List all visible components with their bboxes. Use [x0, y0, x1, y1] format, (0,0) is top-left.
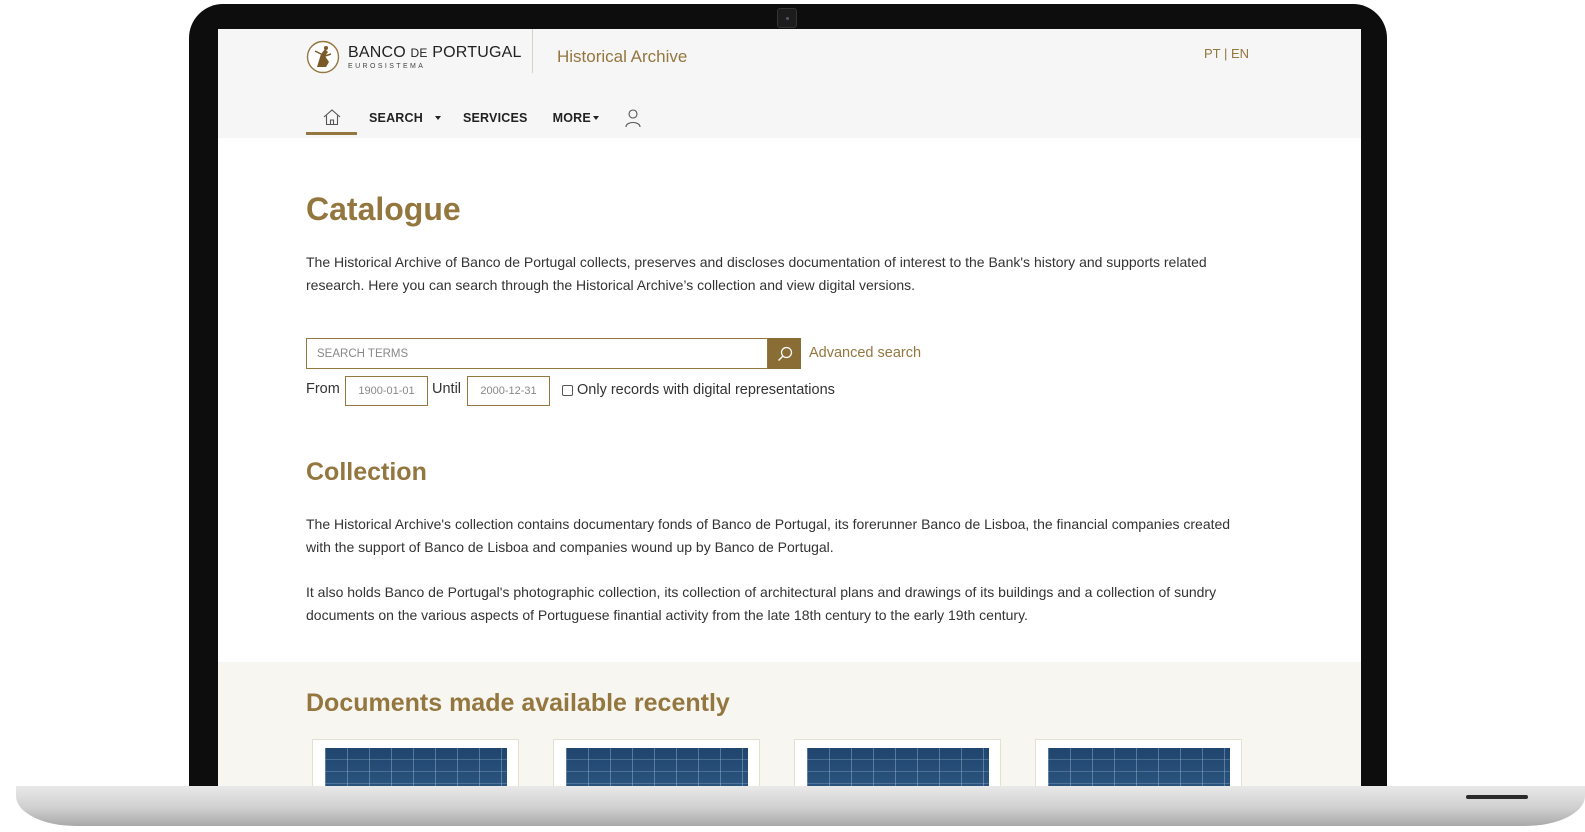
header-divider	[532, 29, 533, 73]
digital-only-label[interactable]: Only records with digital representation…	[577, 382, 835, 398]
site-title[interactable]: Historical Archive	[557, 47, 687, 67]
logo-wordmark: BANCO DE PORTUGAL EUROSISTEMA	[348, 43, 522, 70]
nav-user[interactable]	[624, 108, 642, 128]
recent-documents-title: Documents made available recently	[306, 689, 730, 717]
user-icon	[625, 109, 641, 128]
nav-search[interactable]: SEARCH	[369, 111, 441, 125]
webcam	[777, 8, 797, 28]
from-date-input[interactable]	[345, 376, 428, 406]
search-input[interactable]	[306, 338, 768, 369]
search-button[interactable]	[768, 338, 801, 369]
chevron-down-icon	[434, 116, 441, 120]
logo-emblem-icon	[306, 40, 340, 74]
page-title: Catalogue	[306, 191, 461, 227]
document-card[interactable]	[553, 739, 760, 786]
document-thumbnail	[325, 748, 507, 786]
logo-name: BANCO DE PORTUGAL	[348, 43, 522, 61]
nav-home[interactable]	[306, 101, 357, 135]
language-switch[interactable]: PT | EN	[1204, 46, 1249, 61]
laptop-base	[16, 786, 1585, 826]
digital-only-checkbox[interactable]	[562, 385, 573, 396]
chevron-down-icon	[592, 116, 599, 120]
bank-logo[interactable]: BANCO DE PORTUGAL EUROSISTEMA	[306, 40, 522, 74]
from-label: From	[306, 381, 340, 397]
until-date-input[interactable]	[467, 376, 550, 406]
collection-paragraph-1: The Historical Archive's collection cont…	[306, 516, 1231, 555]
advanced-search-link[interactable]: Advanced search	[809, 345, 921, 361]
document-thumbnail	[566, 748, 748, 786]
document-thumbnail	[1048, 748, 1230, 786]
nav-search-label: SEARCH	[369, 111, 423, 125]
laptop-base-notch	[1466, 795, 1528, 799]
home-icon	[323, 108, 340, 125]
nav-more-label: MORE	[552, 111, 591, 125]
logo-name-part2: PORTUGAL	[427, 43, 522, 61]
site-header: BANCO DE PORTUGAL EUROSISTEMA Historical…	[218, 29, 1361, 138]
nav-more[interactable]: MORE	[553, 111, 599, 125]
catalogue-description: The Historical Archive of Banco de Portu…	[306, 254, 1207, 293]
collection-title: Collection	[306, 458, 427, 486]
document-card[interactable]	[1035, 739, 1242, 786]
document-thumbnail	[807, 748, 989, 786]
logo-name-part1: BANCO	[348, 43, 411, 61]
logo-subtitle: EUROSISTEMA	[348, 62, 426, 70]
search-icon	[777, 346, 792, 361]
browser-screen: BANCO DE PORTUGAL EUROSISTEMA Historical…	[218, 29, 1361, 786]
nav-services[interactable]: SERVICES	[463, 111, 528, 125]
collection-paragraph-2: It also holds Banco de Portugal's photog…	[306, 584, 1217, 623]
document-card[interactable]	[312, 739, 519, 786]
logo-name-small: DE	[410, 45, 428, 60]
document-card[interactable]	[794, 739, 1001, 786]
until-label: Until	[432, 381, 462, 397]
main-nav: SEARCH SERVICES MORE	[306, 101, 642, 135]
